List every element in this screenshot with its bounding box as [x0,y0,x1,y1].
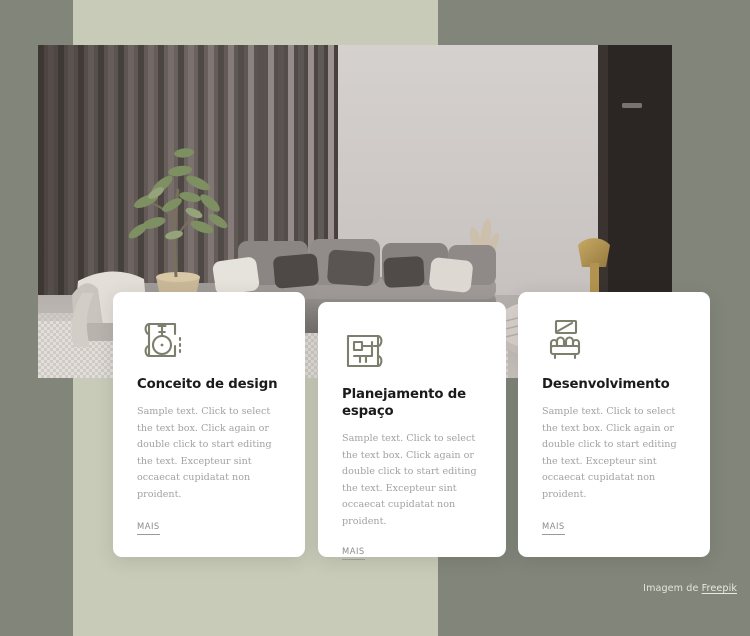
blueprint-compass-icon [137,318,183,362]
card-title: Planejamento de espaço [342,387,467,420]
card-description: Sample text. Click to select the text bo… [542,406,677,500]
card-more-link[interactable]: MAIS [137,521,160,535]
card-more-link[interactable]: MAIS [542,521,565,535]
attribution-prefix: Imagem de [643,583,702,594]
card-description: Sample text. Click to select the text bo… [342,433,477,527]
card-title: Conceito de design [137,377,278,392]
card-more-link[interactable]: MAIS [342,546,365,561]
attribution-link[interactable]: Freepik [702,583,737,594]
sofa-picture-frame-icon [542,318,588,362]
feature-card-design-concept[interactable]: Conceito de design Sample text. Click to… [113,292,305,557]
feature-card-development[interactable]: Desenvolvimento Sample text. Click to se… [518,292,710,557]
feature-card-space-planning[interactable]: Planejamento de espaço Sample text. Clic… [318,302,506,561]
floor-plan-icon [342,328,388,372]
card-title: Desenvolvimento [542,377,670,392]
page-root: Conceito de design Sample text. Click to… [0,0,750,636]
card-description: Sample text. Click to select the text bo… [137,406,272,500]
image-attribution: Imagem de Freepik [643,583,737,594]
